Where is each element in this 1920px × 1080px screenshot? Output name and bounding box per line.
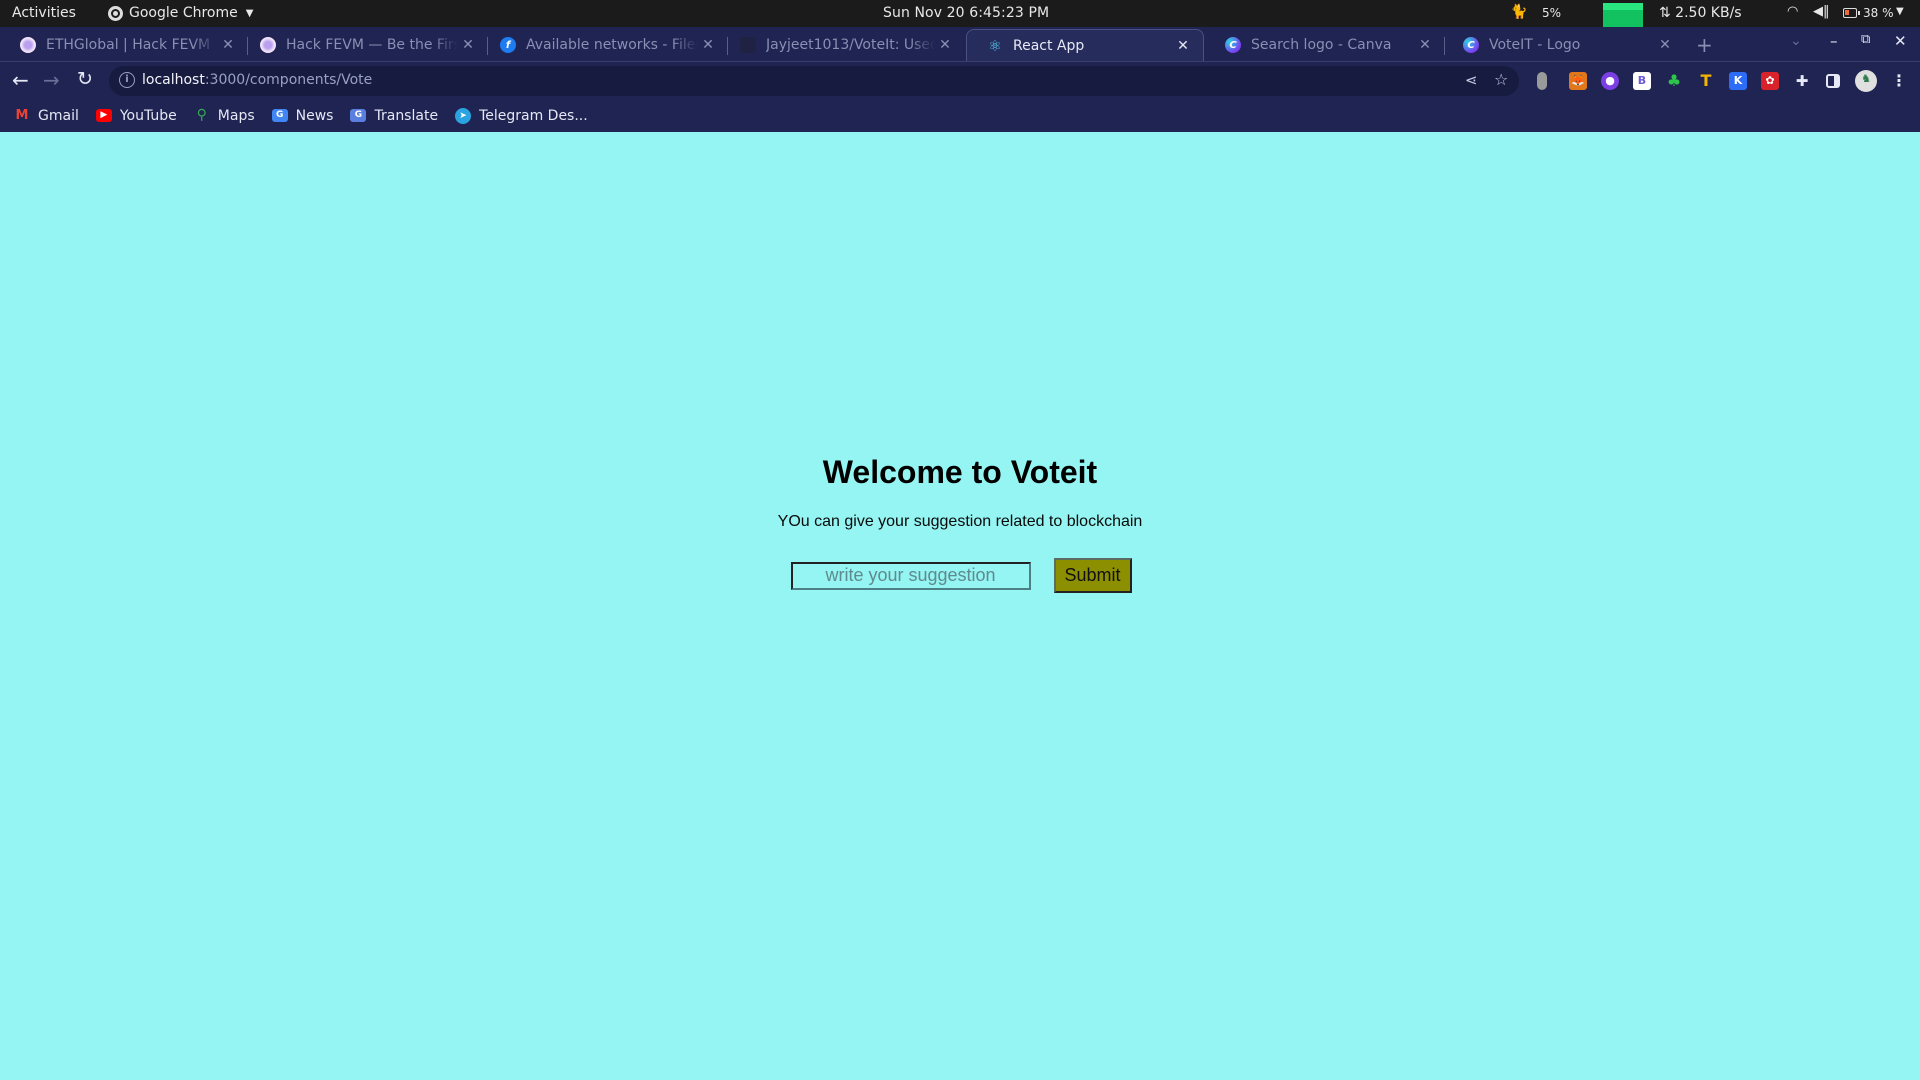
minimize-button[interactable]: – <box>1830 32 1838 50</box>
bookmark-maps[interactable]: ⚲ Maps <box>194 108 255 124</box>
youtube-icon: ▶ <box>95 109 112 122</box>
tab-title: Jayjeet1013/VoteIt: Used <box>766 37 935 53</box>
tab-title: ETHGlobal | Hack FEVM <box>46 37 211 53</box>
tab-hack-fevm[interactable]: Hack FEVM — Be the First ✕ <box>240 29 488 61</box>
network-speed: ⇅ 2.50 KB/s <box>1659 5 1742 21</box>
ethglobal-icon <box>20 37 36 53</box>
k-extension-icon[interactable]: K <box>1729 72 1747 90</box>
bookmark-label: News <box>295 107 334 124</box>
page-subtitle: YOu can give your suggestion related to … <box>777 513 1143 530</box>
close-window-button[interactable]: ✕ <box>1894 32 1907 50</box>
tree-extension-icon[interactable]: ♣ <box>1665 72 1683 90</box>
address-bar[interactable]: i localhost:3000/components/Vote ⋖ ☆ <box>109 66 1519 96</box>
metamask-icon[interactable]: 🦊 <box>1569 72 1587 90</box>
ethglobal-icon <box>260 37 276 53</box>
cpu-usage: 5% <box>1542 6 1562 20</box>
runcat-icon: 🐈 <box>1510 4 1528 20</box>
tab-github-voteit[interactable]: Jayjeet1013/VoteIt: Used ✕ <box>720 29 965 61</box>
system-menu-caret-icon[interactable]: ▼ <box>1896 6 1904 17</box>
tab-available-networks[interactable]: f Available networks - Filecoin ✕ <box>480 29 728 61</box>
bookmark-label: Telegram Des... <box>479 107 588 124</box>
reload-button[interactable]: ↻ <box>77 68 93 90</box>
close-tab-icon[interactable]: ✕ <box>935 37 955 53</box>
browser-toolbar: ← → ↻ i localhost:3000/components/Vote ⋖… <box>0 61 1920 99</box>
bootstrap-extension-icon[interactable]: B <box>1633 72 1651 90</box>
bookmark-telegram[interactable]: ➤ Telegram Des... <box>455 107 588 124</box>
bookmark-label: Translate <box>374 107 439 124</box>
tab-voteit-logo[interactable]: C VoteIT - Logo ✕ <box>1443 29 1685 61</box>
tab-search-chevron-icon[interactable]: ⌄ <box>1790 33 1802 49</box>
back-button[interactable]: ← <box>12 68 29 92</box>
battery-icon[interactable] <box>1843 8 1860 18</box>
submit-button[interactable]: Submit <box>1053 558 1132 593</box>
maps-icon: ⚲ <box>196 107 207 123</box>
tab-ethglobal[interactable]: ETHGlobal | Hack FEVM ✕ <box>0 29 248 61</box>
close-tab-icon[interactable]: ✕ <box>458 37 478 53</box>
bookmarks-bar: M Gmail ▶ YouTube ⚲ Maps G News G Transl… <box>0 99 1920 132</box>
tab-title: Hack FEVM — Be the First <box>286 37 458 53</box>
forward-button[interactable]: → <box>43 68 60 92</box>
close-tab-icon[interactable]: ✕ <box>1415 37 1435 53</box>
bookmark-news[interactable]: G News <box>271 107 334 124</box>
wifi-icon[interactable]: ◠ <box>1787 4 1798 19</box>
tab-react-app[interactable]: ⚛ React App ✕ <box>966 29 1204 61</box>
ghost-extension-icon[interactable]: ● <box>1601 72 1619 90</box>
url-host: localhost <box>142 72 205 88</box>
bookmark-star-icon[interactable]: ☆ <box>1494 70 1508 89</box>
translate-icon: G <box>350 109 367 122</box>
telegram-icon: ➤ <box>455 107 472 124</box>
tab-title: Available networks - Filecoin <box>526 37 698 53</box>
close-tab-icon[interactable]: ✕ <box>698 37 718 53</box>
bookmark-label: Gmail <box>38 107 79 124</box>
restore-button[interactable]: ⧉ <box>1861 32 1870 47</box>
tab-title: React App <box>1013 37 1085 54</box>
system-top-bar: Activities Google Chrome ▼ Sun Nov 20 6:… <box>0 0 1920 27</box>
canva-icon: C <box>1225 37 1241 53</box>
github-icon <box>740 37 756 53</box>
bookmark-translate[interactable]: G Translate <box>350 108 438 124</box>
side-panel-icon[interactable] <box>1826 74 1840 88</box>
new-tab-button[interactable]: + <box>1696 33 1713 57</box>
bookmark-label: YouTube <box>119 107 177 124</box>
url-path: :3000/components/Vote <box>204 72 373 88</box>
share-icon[interactable]: ⋖ <box>1465 71 1478 89</box>
filecoin-icon: f <box>500 37 516 53</box>
clock[interactable]: Sun Nov 20 6:45:23 PM <box>883 5 1049 21</box>
gmail-icon: M <box>15 108 29 123</box>
react-icon: ⚛ <box>988 36 1002 55</box>
activities-button[interactable]: Activities <box>12 5 76 21</box>
tab-title: Search logo - Canva <box>1251 37 1392 53</box>
menu-kebab-icon[interactable]: ⋮ <box>1890 72 1908 90</box>
chrome-icon <box>108 5 123 21</box>
extensions-puzzle-icon[interactable]: ✚ <box>1793 72 1811 90</box>
key-extension-icon[interactable]: T <box>1697 72 1715 90</box>
close-tab-icon[interactable]: ✕ <box>1173 38 1193 54</box>
bookmark-youtube[interactable]: ▶ YouTube <box>95 107 177 124</box>
volume-icon[interactable]: ◀‖ <box>1813 4 1830 19</box>
memory-graph <box>1603 0 1643 27</box>
site-info-icon[interactable]: i <box>119 72 135 88</box>
battery-percentage: 38 % <box>1863 6 1894 20</box>
bookmark-gmail[interactable]: M Gmail <box>14 108 79 124</box>
caret-down-icon: ▼ <box>245 7 254 19</box>
canva-icon: C <box>1463 37 1479 53</box>
extension-bug-icon[interactable] <box>1537 72 1547 90</box>
vote-panel: Welcome to Voteit YOu can give your sugg… <box>0 452 1920 593</box>
url-text[interactable]: localhost:3000/components/Vote <box>142 72 372 88</box>
profile-avatar[interactable]: ♞ <box>1855 70 1877 92</box>
close-tab-icon[interactable]: ✕ <box>1655 37 1675 53</box>
app-menu-label: Google Chrome <box>129 5 238 21</box>
bookmark-label: Maps <box>217 107 255 124</box>
page-title: Welcome to Voteit <box>822 454 1098 490</box>
page-viewport: Welcome to Voteit YOu can give your sugg… <box>0 132 1920 1080</box>
red-extension-icon[interactable]: ✿ <box>1761 72 1779 90</box>
app-menu[interactable]: Google Chrome ▼ <box>108 5 253 21</box>
tab-strip: ETHGlobal | Hack FEVM ✕ Hack FEVM — Be t… <box>0 27 1920 61</box>
news-icon: G <box>271 109 288 122</box>
suggestion-input[interactable] <box>790 561 1031 590</box>
close-tab-icon[interactable]: ✕ <box>218 37 238 53</box>
suggestion-form: Submit <box>0 558 1920 593</box>
tab-canva-search[interactable]: C Search logo - Canva ✕ <box>1205 29 1445 61</box>
tab-title: VoteIT - Logo <box>1489 37 1581 53</box>
